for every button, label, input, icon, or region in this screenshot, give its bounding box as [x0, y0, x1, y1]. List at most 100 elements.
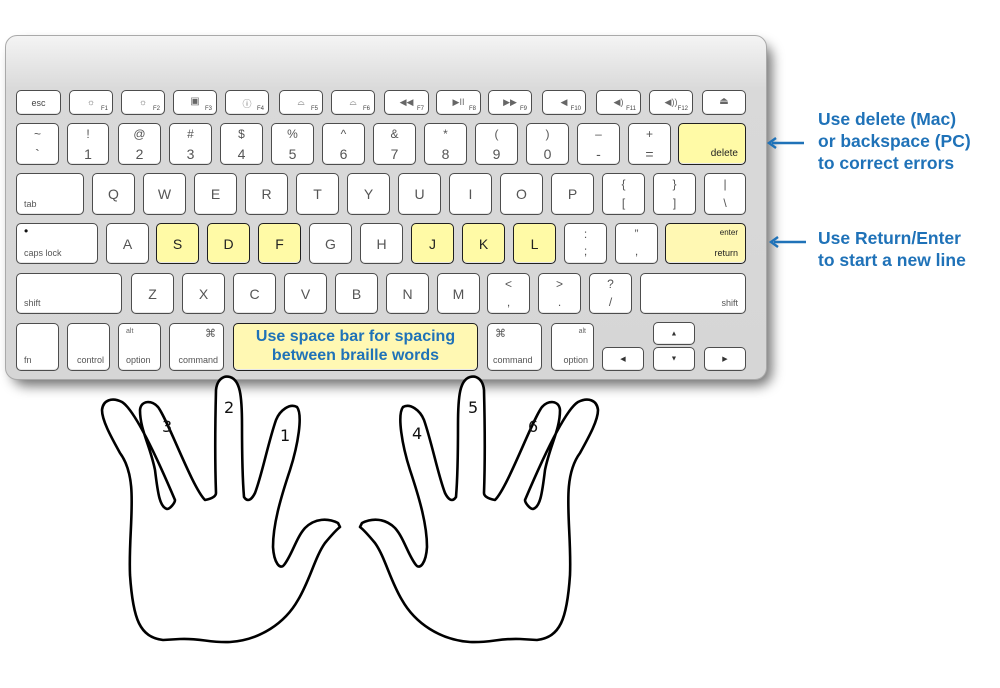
- left-hand-outline: [100, 375, 342, 644]
- fn-number-label: F7: [416, 106, 424, 112]
- key-shift-symbol: @: [133, 127, 146, 141]
- key-f4[interactable]: ⓘ F4: [225, 90, 269, 115]
- space-bar-annotation: Use space bar for spacing between braille…: [234, 327, 477, 365]
- key-shift-right[interactable]: shift: [640, 273, 746, 314]
- key-number[interactable]: $4: [220, 123, 263, 165]
- key-number[interactable]: * 8: [424, 123, 467, 165]
- arrow-left-icon: [768, 236, 806, 248]
- key-arrow-left[interactable]: ◀: [602, 347, 644, 371]
- key-letter[interactable]: I: [449, 173, 492, 215]
- key-arrow-up[interactable]: ▲: [653, 322, 695, 345]
- key-symbol[interactable]: {[: [602, 173, 645, 215]
- key-f3[interactable]: ▣ F3: [173, 90, 217, 115]
- key-shift-symbol: (: [494, 127, 499, 141]
- key-letter[interactable]: Y: [347, 173, 390, 215]
- key-symbol: [: [621, 196, 626, 210]
- key-shift-symbol: {: [621, 177, 626, 191]
- key-arrow-down[interactable]: ▼: [653, 347, 695, 371]
- key-arrow-right[interactable]: ▶: [704, 347, 746, 371]
- key-number[interactable]: & 7: [373, 123, 416, 165]
- key-letter[interactable]: E: [194, 173, 237, 215]
- key-number[interactable]: ^ 6: [322, 123, 365, 165]
- key-symbol[interactable]: ? /: [589, 273, 632, 314]
- key-f11[interactable]: ◀) F11: [596, 90, 641, 115]
- key-symbol: 1: [84, 146, 92, 162]
- key-esc[interactable]: esc: [16, 90, 61, 115]
- key-shift-symbol: ?: [607, 277, 614, 291]
- key-letter-label: H: [376, 235, 387, 252]
- key-letter[interactable]: Q: [92, 173, 135, 215]
- key-space-bar[interactable]: Use space bar for spacing between braille…: [233, 323, 478, 371]
- key-number[interactable]: + =: [628, 123, 671, 165]
- key-f1[interactable]: ☼ F1: [69, 90, 113, 115]
- key-letter-k[interactable]: K: [462, 223, 505, 264]
- key-option-right[interactable]: alt option: [551, 323, 594, 371]
- fn-number-label: F1: [100, 106, 108, 112]
- arrow-down-icon: ▼: [670, 355, 678, 363]
- key-letter[interactable]: B: [335, 273, 378, 314]
- key-f9[interactable]: ▶▶ F9: [488, 90, 532, 115]
- key-letter-label: L: [530, 235, 539, 252]
- key-number[interactable]: #3: [169, 123, 212, 165]
- key-caps-lock[interactable]: • caps lock: [16, 223, 98, 264]
- key-letter[interactable]: T: [296, 173, 339, 215]
- key-f6[interactable]: ⌓ F6: [331, 90, 375, 115]
- key-letter[interactable]: P: [551, 173, 594, 215]
- key-letter-l[interactable]: L: [513, 223, 556, 264]
- key-number[interactable]: (9: [475, 123, 518, 165]
- key-eject[interactable]: ⏏: [702, 90, 746, 115]
- key-letter-g[interactable]: G: [309, 223, 352, 264]
- key-letter[interactable]: N: [386, 273, 429, 314]
- shift-label: shift: [721, 298, 738, 308]
- key-symbol[interactable]: ”,: [615, 223, 658, 264]
- key-shift-symbol: #: [187, 127, 194, 141]
- key-symbol: 3: [186, 146, 195, 162]
- key-letter[interactable]: W: [143, 173, 186, 215]
- key-number[interactable]: – -: [577, 123, 620, 165]
- key-letter[interactable]: O: [500, 173, 543, 215]
- key-letter[interactable]: V: [284, 273, 327, 314]
- key-symbol[interactable]: >.: [538, 273, 581, 314]
- key-number[interactable]: @2: [118, 123, 161, 165]
- key-number[interactable]: ! 1: [67, 123, 109, 165]
- key-command-left[interactable]: ⌘ command: [169, 323, 224, 371]
- key-letter[interactable]: X: [182, 273, 225, 314]
- key-number[interactable]: ~ `: [16, 123, 59, 165]
- key-fn[interactable]: fn: [16, 323, 59, 371]
- key-f2[interactable]: ☼ F2: [121, 90, 165, 115]
- key-f7[interactable]: ◀◀ F7: [384, 90, 429, 115]
- key-symbol[interactable]: | \: [704, 173, 746, 215]
- key-f10[interactable]: ◀ F10: [542, 90, 586, 115]
- key-f5[interactable]: ⌓ F5: [279, 90, 323, 115]
- key-option-left[interactable]: alt option: [118, 323, 161, 371]
- key-letter[interactable]: U: [398, 173, 441, 215]
- key-f12[interactable]: ◀)) F12: [649, 90, 693, 115]
- delete-annotation-line: to correct errors: [818, 153, 955, 173]
- key-return[interactable]: enter return: [665, 223, 746, 264]
- key-delete[interactable]: delete: [678, 123, 746, 165]
- key-f8[interactable]: ▶II F8: [436, 90, 481, 115]
- key-letter-d[interactable]: D: [207, 223, 250, 264]
- key-letter-h[interactable]: H: [360, 223, 403, 264]
- key-shift-symbol: !: [86, 127, 90, 141]
- key-tab[interactable]: tab: [16, 173, 84, 215]
- key-letter[interactable]: M: [437, 273, 480, 314]
- key-number[interactable]: % 5: [271, 123, 314, 165]
- key-letter-j[interactable]: J: [411, 223, 454, 264]
- key-control[interactable]: control: [67, 323, 110, 371]
- key-letter[interactable]: R: [245, 173, 288, 215]
- finger-number: 4: [412, 424, 422, 443]
- key-command-right[interactable]: ⌘ command: [487, 323, 542, 371]
- key-symbol[interactable]: :;: [564, 223, 607, 264]
- key-number[interactable]: ) 0: [526, 123, 569, 165]
- key-letter[interactable]: C: [233, 273, 276, 314]
- key-letter-a[interactable]: A: [106, 223, 149, 264]
- fn-number-label: F3: [204, 106, 212, 112]
- key-letter-f[interactable]: F: [258, 223, 301, 264]
- finger-number: 2: [224, 398, 234, 417]
- key-symbol[interactable]: }]: [653, 173, 696, 215]
- key-shift-left[interactable]: shift: [16, 273, 122, 314]
- key-symbol[interactable]: <,: [487, 273, 530, 314]
- key-letter-s[interactable]: S: [156, 223, 199, 264]
- key-letter[interactable]: Z: [131, 273, 174, 314]
